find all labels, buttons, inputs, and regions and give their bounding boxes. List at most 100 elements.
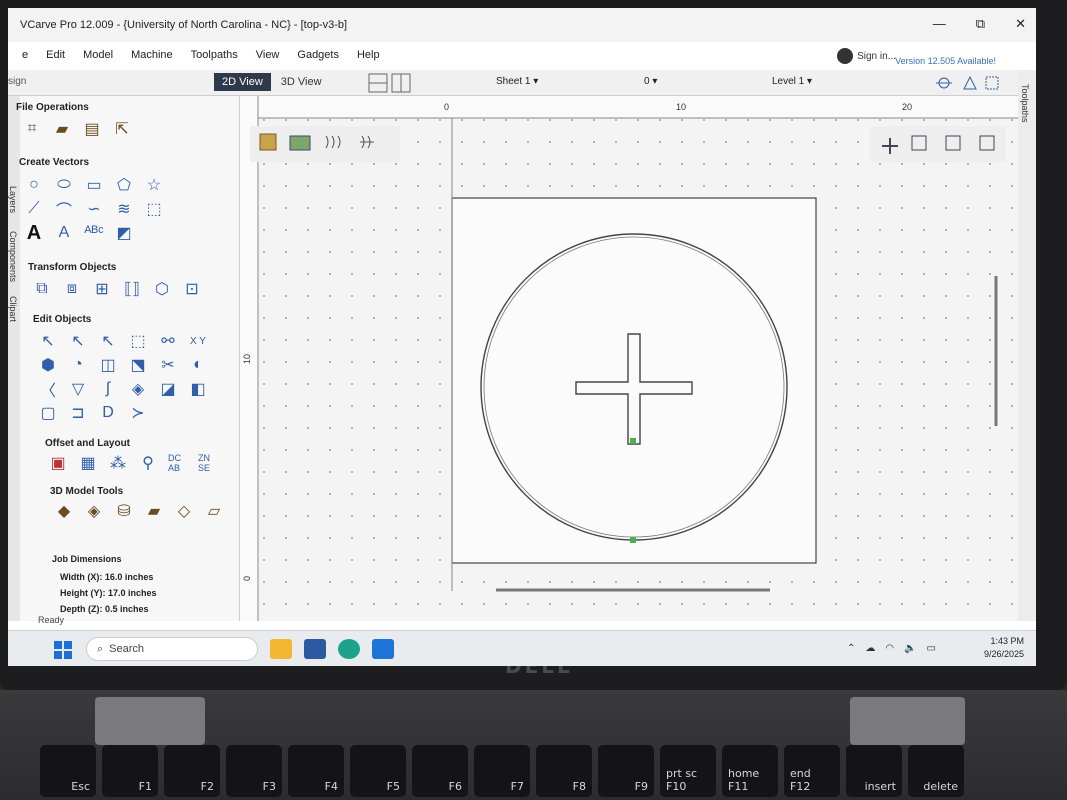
tab-2d-view[interactable]: 2D View <box>214 73 271 91</box>
tab-layers[interactable]: Layers <box>8 186 18 213</box>
distort-icon[interactable]: ⬡ <box>152 280 172 298</box>
vcarve-icon[interactable] <box>372 639 394 659</box>
image-icon[interactable] <box>289 135 311 151</box>
rectangle-icon[interactable]: ▭ <box>84 176 104 194</box>
star-icon[interactable]: ☆ <box>144 176 164 194</box>
d-shape-icon[interactable]: D <box>98 404 118 422</box>
sheet-index-selector[interactable]: 0 ▾ <box>644 76 657 87</box>
fillet-icon[interactable]: 〈 <box>38 380 58 400</box>
model-add-icon[interactable]: ▱ <box>204 502 224 520</box>
polyline-icon[interactable]: ⟋ <box>24 200 44 218</box>
scissors-icon[interactable]: ✂ <box>158 356 178 374</box>
chevron-up-icon[interactable]: ⌃ <box>847 643 855 654</box>
circle-icon[interactable]: ○ <box>24 176 44 194</box>
chevron-icon[interactable]: ≻ <box>128 404 148 422</box>
model-move-icon[interactable]: ◇ <box>174 502 194 520</box>
key-f3[interactable]: F3 <box>226 745 282 797</box>
triangle-icon[interactable]: ▽ <box>68 380 88 398</box>
text-style-icon[interactable]: A <box>54 224 74 242</box>
snap-icons[interactable] <box>934 73 1004 93</box>
menu-machine[interactable]: Machine <box>131 49 173 61</box>
trim-icon[interactable]: ⬔ <box>128 356 148 374</box>
store-icon[interactable] <box>304 639 326 659</box>
key-f5[interactable]: F5 <box>350 745 406 797</box>
xy-icon[interactable]: X Y <box>188 332 208 350</box>
layout-icons[interactable] <box>368 73 412 93</box>
offset-icon[interactable]: ▣ <box>48 454 68 472</box>
key-f9[interactable]: F9 <box>598 745 654 797</box>
close-button[interactable]: ✕ <box>1015 16 1026 32</box>
material-sheet[interactable] <box>451 197 817 564</box>
version-notice[interactable]: Version 12.505 Available! <box>895 56 996 66</box>
key-esc[interactable]: Esc <box>40 745 96 797</box>
dc-ab-icon[interactable]: DC AB <box>168 453 188 473</box>
rounded-rect-icon[interactable]: ▢ <box>38 404 58 422</box>
design-canvas[interactable]: 0 10 20 10 0 <box>240 96 1018 621</box>
tab-components[interactable]: Components <box>8 231 18 282</box>
curve-icon[interactable]: ∽ <box>84 200 104 218</box>
maximize-button[interactable]: ⧉ <box>976 16 985 32</box>
node-edit-icon[interactable]: ⬚ <box>144 200 164 218</box>
weld-icon[interactable]: ⬢ <box>38 356 58 374</box>
menu-view[interactable]: View <box>256 49 280 61</box>
minimize-button[interactable]: — <box>933 16 946 32</box>
node-select-icon[interactable]: ↖ <box>98 332 118 350</box>
menu-file[interactable]: e <box>22 49 28 61</box>
key-f11[interactable]: home F11 <box>722 745 778 797</box>
polygon-icon[interactable]: ⬠ <box>114 176 134 194</box>
tab-3d-view[interactable]: 3D View <box>273 73 330 91</box>
key-f6[interactable]: F6 <box>412 745 468 797</box>
array-icon[interactable]: ⊡ <box>182 280 202 298</box>
sign-in-link[interactable]: Sign in... <box>837 48 896 64</box>
paint-icon[interactable]: ◪ <box>158 380 178 398</box>
key-f12[interactable]: end F12 <box>784 745 840 797</box>
volume-icon[interactable]: 🔈 <box>904 643 916 654</box>
arc-icon[interactable]: ⌒ <box>54 200 74 220</box>
system-tray[interactable]: ⌃ ☁ ◠ 🔈 ▭ <box>847 643 936 654</box>
open-shape-icon[interactable]: ⊐ <box>68 404 88 422</box>
sheet-selector[interactable]: Sheet 1 ▾ <box>496 76 538 87</box>
align-icon[interactable]: ⊞ <box>92 280 112 298</box>
canvas-svg[interactable]: 0 10 20 10 0 <box>240 96 1018 621</box>
clock[interactable]: 1:43 PM 9/26/2025 <box>984 635 1024 661</box>
grid-layout-icon[interactable]: ▦ <box>78 454 98 472</box>
open-file-icon[interactable]: ▰ <box>52 120 72 138</box>
select-add-icon[interactable]: ↖ <box>68 332 88 350</box>
menu-toolpaths[interactable]: Toolpaths <box>191 49 238 61</box>
move-icon[interactable]: ⧉ <box>32 280 52 298</box>
taskbar-search[interactable]: ⌕ Search <box>86 637 258 661</box>
tab-clipart[interactable]: Clipart <box>8 296 18 322</box>
sequence-icon[interactable]: ZN SE <box>198 453 218 473</box>
cube-icon[interactable]: ◆ <box>54 502 74 520</box>
key-f8[interactable]: F8 <box>536 745 592 797</box>
import-icon[interactable]: ⇱ <box>112 120 132 138</box>
menu-edit[interactable]: Edit <box>46 49 65 61</box>
key-f7[interactable]: F7 <box>474 745 530 797</box>
model-split-icon[interactable]: ◈ <box>84 502 104 520</box>
subtract-icon[interactable]: ◔ <box>68 356 88 374</box>
mirror-icon[interactable]: ⟦⟧ <box>122 280 142 298</box>
menu-help[interactable]: Help <box>357 49 380 61</box>
link-icon[interactable]: ⚲ <box>138 454 158 472</box>
slab-icon[interactable]: ▰ <box>144 502 164 520</box>
ellipse-icon[interactable]: ⬭ <box>54 176 74 194</box>
node-link-icon[interactable]: ⚯ <box>158 332 178 350</box>
new-file-icon[interactable]: ⌗ <box>22 120 42 138</box>
join-check-icon[interactable]: ◐ <box>188 356 208 374</box>
key-f4[interactable]: F4 <box>288 745 344 797</box>
key-f10[interactable]: prt sc F10 <box>660 745 716 797</box>
file-explorer-icon[interactable] <box>270 639 292 659</box>
menu-model[interactable]: Model <box>83 49 113 61</box>
transform-select-icon[interactable]: ⬚ <box>128 332 148 350</box>
key-insert[interactable]: insert <box>846 745 902 797</box>
key-f1[interactable]: F1 <box>102 745 158 797</box>
wave-icon[interactable]: ≋ <box>114 200 134 218</box>
menu-gadgets[interactable]: Gadgets <box>297 49 339 61</box>
scale-icon[interactable]: ⧈ <box>62 280 82 298</box>
battery-icon[interactable]: ▭ <box>927 643 936 654</box>
nest-icon[interactable]: ⁂ <box>108 454 128 472</box>
dimension-icon[interactable]: ◩ <box>114 224 134 242</box>
intersect-icon[interactable]: ◫ <box>98 356 118 374</box>
cylinder-icon[interactable]: ⛁ <box>114 502 134 520</box>
toolpaths-tab[interactable]: Toolpaths <box>1018 70 1036 621</box>
